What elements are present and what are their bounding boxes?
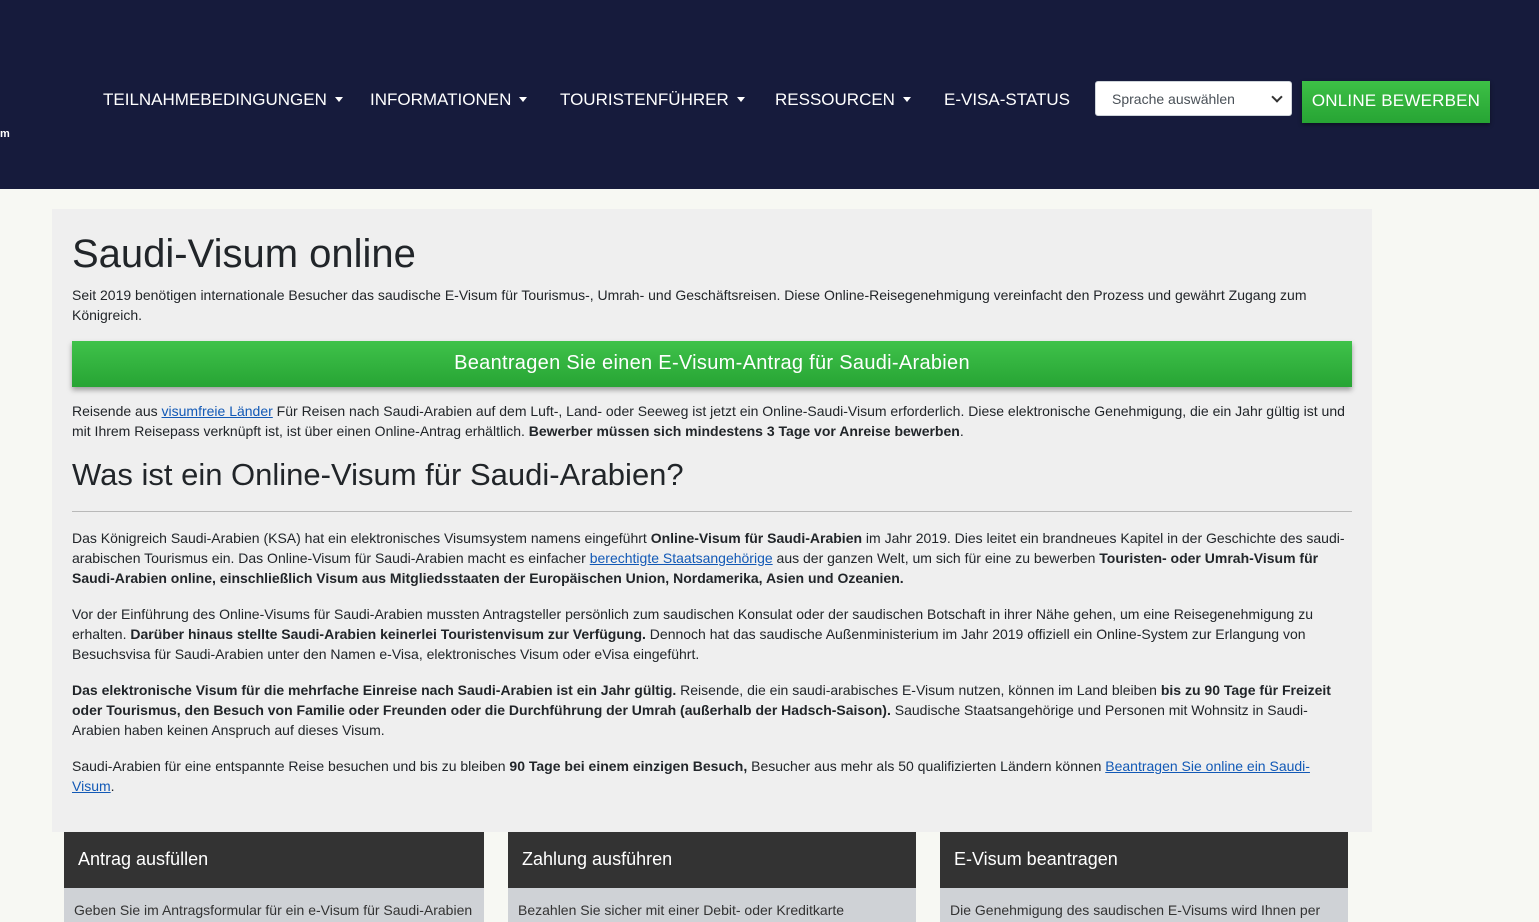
- step-card-title: E-Visum beantragen: [940, 832, 1348, 888]
- visa-free-countries-link[interactable]: visumfreie Länder: [162, 403, 273, 419]
- apply-online-button[interactable]: ONLINE BEWERBEN: [1302, 81, 1490, 123]
- text: Reisende aus: [72, 403, 162, 419]
- divider: [72, 511, 1352, 512]
- step-card-title: Zahlung ausführen: [508, 832, 916, 888]
- paragraph-validity: Das elektronische Visum für die mehrfach…: [72, 680, 1352, 740]
- paragraph-history: Vor der Einführung des Online-Visums für…: [72, 604, 1352, 664]
- nav-label: RESSOURCEN: [775, 90, 895, 109]
- language-select[interactable]: Sprache auswählen: [1095, 81, 1292, 116]
- logo-text-fragment[interactable]: m: [0, 128, 10, 140]
- paragraph-stay: Saudi-Arabien für eine entspannte Reise …: [72, 756, 1352, 796]
- section-title: Was ist ein Online-Visum für Saudi-Arabi…: [72, 457, 684, 492]
- text: aus der ganzen Welt, um sich für eine zu…: [772, 550, 1100, 566]
- text: Reisende, die ein saudi-arabisches E-Vis…: [676, 682, 1161, 698]
- nav-label: E-VISA-STATUS: [944, 90, 1070, 109]
- nav-informationen[interactable]: INFORMATIONEN: [370, 89, 528, 111]
- bold-text: Das elektronische Visum für die mehrfach…: [72, 682, 677, 698]
- text: .: [959, 423, 964, 439]
- nav-touristenfuehrer[interactable]: TOURISTENFÜHRER: [560, 89, 745, 111]
- paragraph-ksa-system: Das Königreich Saudi-Arabien (KSA) hat e…: [72, 528, 1352, 588]
- text: Das Königreich Saudi-Arabien (KSA) hat e…: [72, 530, 651, 546]
- nav-label: INFORMATIONEN: [370, 90, 512, 109]
- bold-text: Bewerber müssen sich mindestens 3 Tage v…: [528, 423, 960, 439]
- apply-evisa-cta-button[interactable]: Beantragen Sie einen E-Visum-Antrag für …: [72, 341, 1352, 387]
- step-card-receive-evisa: E-Visum beantragen Die Genehmigung des s…: [940, 832, 1348, 922]
- step-card-text: Die Genehmigung des saudischen E-Visums …: [950, 902, 1321, 918]
- step-card-fill-application: Antrag ausfüllen Geben Sie im Antragsfor…: [64, 832, 484, 922]
- nav-label: TEILNAHMEBEDINGUNGEN: [103, 90, 327, 109]
- page-title: Saudi-Visum online: [72, 232, 416, 276]
- step-card-text: Bezahlen Sie sicher mit einer Debit- ode…: [518, 902, 845, 918]
- chevron-down-icon: [1271, 90, 1283, 103]
- bold-text: 90 Tage bei einem einzigen Besuch,: [509, 758, 748, 774]
- nav-e-visa-status[interactable]: E-VISA-STATUS: [944, 89, 1070, 111]
- bold-text: Online-Visum für Saudi-Arabien: [650, 530, 863, 546]
- nav-teilnahmebedingungen[interactable]: TEILNAHMEBEDINGUNGEN: [103, 89, 343, 111]
- paragraph-visa-free-countries: Reisende aus visumfreie Länder Für Reise…: [72, 401, 1352, 441]
- bold-text: Darüber hinaus stellte Saudi-Arabien kei…: [130, 626, 646, 642]
- step-card-text: Geben Sie im Antragsformular für ein e-V…: [74, 902, 473, 918]
- intro-paragraph: Seit 2019 benötigen internationale Besuc…: [72, 287, 1307, 323]
- site-header: m TEILNAHMEBEDINGUNGEN INFORMATIONEN TOU…: [0, 0, 1539, 189]
- nav-ressourcen[interactable]: RESSOURCEN: [775, 89, 911, 111]
- text: .: [110, 778, 115, 794]
- caret-down-icon: [902, 97, 911, 102]
- text: Saudi-Arabien für eine entspannte Reise …: [72, 758, 510, 774]
- step-card-payment: Zahlung ausführen Bezahlen Sie sicher mi…: [508, 832, 916, 922]
- eligible-nationals-link[interactable]: berechtigte Staatsangehörige: [590, 550, 773, 566]
- main-content-card: Saudi-Visum online Seit 2019 benötigen i…: [52, 209, 1372, 832]
- step-card-title: Antrag ausfüllen: [64, 832, 484, 888]
- language-select-value: Sprache auswählen: [1112, 90, 1235, 107]
- caret-down-icon: [736, 97, 745, 102]
- caret-down-icon: [519, 97, 528, 102]
- text: Besucher aus mehr als 50 qualifizierten …: [747, 758, 1106, 774]
- nav-label: TOURISTENFÜHRER: [560, 90, 729, 109]
- caret-down-icon: [334, 97, 343, 102]
